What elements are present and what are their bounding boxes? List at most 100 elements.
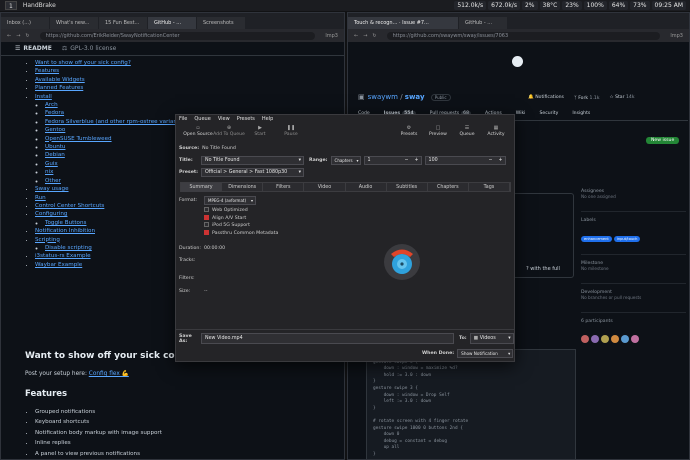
toc-link[interactable]: Want to show off your sick config? bbox=[35, 60, 131, 66]
github-logo-icon[interactable] bbox=[512, 56, 523, 67]
preview-button[interactable]: □ Preview bbox=[423, 125, 453, 137]
browser-tab[interactable]: 15 Fun Best... bbox=[99, 17, 147, 29]
toc-link[interactable]: Run bbox=[35, 195, 46, 201]
preset-select[interactable]: Official > General > Fast 1080p30 ▾ bbox=[201, 168, 304, 177]
tab-summary[interactable]: Summary bbox=[181, 183, 223, 192]
checkbox[interactable] bbox=[204, 229, 209, 235]
reload-icon[interactable]: ↻ bbox=[372, 33, 376, 39]
toc-link[interactable]: Install bbox=[35, 94, 52, 100]
range-start-spinner[interactable]: 1 − + bbox=[363, 156, 422, 165]
format-select[interactable]: MPEG-4 (avformat) ▾ bbox=[204, 196, 256, 205]
toc-link[interactable]: Ubuntu bbox=[45, 144, 65, 150]
star-button[interactable]: ☆ Star 14k bbox=[609, 95, 634, 101]
toc-link[interactable]: Fedora Silverblue (and other rpm-ostree … bbox=[45, 119, 184, 125]
toc-link[interactable]: Arch bbox=[45, 102, 58, 108]
toc-link[interactable]: nix bbox=[45, 169, 53, 175]
avatar[interactable] bbox=[611, 335, 619, 343]
label-pill[interactable]: enhancement bbox=[581, 236, 612, 242]
config-flex-link[interactable]: Config flex 💪 bbox=[89, 371, 129, 377]
toc-link[interactable]: Toggle Buttons bbox=[45, 220, 86, 226]
avatar[interactable] bbox=[631, 335, 639, 343]
menu-presets[interactable]: Presets bbox=[237, 116, 255, 122]
menu-queue[interactable]: Queue bbox=[194, 116, 210, 122]
menu-help[interactable]: Help bbox=[262, 116, 273, 122]
browser-tab-active[interactable]: Touch & recogn... · Issue #7... bbox=[348, 17, 458, 29]
development-section[interactable]: Development No branches or pull requests bbox=[581, 283, 686, 300]
avatar[interactable] bbox=[581, 335, 589, 343]
url-bar[interactable]: https://github.com/ErikReider/SwayNotifi… bbox=[39, 31, 316, 40]
toc-link[interactable]: Disable scripting bbox=[45, 245, 92, 251]
browser-tab[interactable]: What's new... bbox=[50, 17, 98, 29]
minus-icon[interactable]: − bbox=[489, 157, 493, 165]
assignees-section[interactable]: Assignees No one assigned bbox=[581, 189, 686, 199]
toc-link[interactable]: Planned Features bbox=[35, 85, 83, 91]
checkbox[interactable] bbox=[204, 222, 209, 228]
destination-select[interactable]: ■ Videos ▾ bbox=[469, 333, 514, 344]
toc-link[interactable]: i3status-rs Example bbox=[35, 253, 91, 259]
toc-link[interactable]: Fedora bbox=[45, 110, 64, 116]
labels-section[interactable]: Labels enhancement input/touch bbox=[581, 211, 686, 244]
tab-audio[interactable]: Audio bbox=[346, 183, 387, 192]
tab-tags[interactable]: Tags bbox=[469, 183, 510, 192]
toc-link[interactable]: Debian bbox=[45, 152, 65, 158]
avatar[interactable] bbox=[621, 335, 629, 343]
notifications-button[interactable]: 🔔 Notifications bbox=[528, 95, 564, 101]
back-icon[interactable]: ← bbox=[7, 33, 11, 39]
toc-link[interactable]: Notification Inhibition bbox=[35, 228, 95, 234]
checkbox[interactable] bbox=[204, 207, 209, 212]
queue-button[interactable]: ☰ Queue bbox=[452, 125, 482, 137]
option-row[interactable]: iPod 5G Support bbox=[204, 222, 278, 230]
toc-link[interactable]: Available Widgets bbox=[35, 77, 85, 83]
tab-chapters[interactable]: Chapters bbox=[428, 183, 469, 192]
tab-video[interactable]: Video bbox=[304, 183, 346, 192]
toc-link[interactable]: Sway usage bbox=[35, 186, 69, 192]
repo-name-link[interactable]: sway bbox=[405, 93, 425, 101]
option-row[interactable]: Passthru Common Metadata bbox=[204, 229, 278, 238]
avatar[interactable] bbox=[591, 335, 599, 343]
pause-button[interactable]: ❚❚ Pause bbox=[271, 125, 311, 137]
browser-tab[interactable]: Inbox (...) bbox=[1, 17, 49, 29]
fork-button[interactable]: ᛉ Fork 1.1k bbox=[574, 95, 600, 101]
forward-icon[interactable]: → bbox=[363, 33, 367, 39]
toc-link[interactable]: Gentoo bbox=[45, 127, 65, 133]
toc-link[interactable]: Waybar Example bbox=[35, 262, 82, 268]
browser-tab[interactable]: Screenshots bbox=[197, 17, 245, 29]
label-pill[interactable]: input/touch bbox=[613, 236, 641, 242]
plus-icon[interactable]: + bbox=[499, 157, 503, 165]
readme-tab[interactable]: README bbox=[23, 45, 51, 52]
tab-filters[interactable]: Filters bbox=[263, 183, 305, 192]
browser-tab-active[interactable]: GitHub - ... bbox=[148, 17, 196, 29]
avatar[interactable] bbox=[601, 335, 609, 343]
toc-link[interactable]: Control Center Shortcuts bbox=[35, 203, 104, 209]
license-tab[interactable]: GPL-3.0 license bbox=[70, 45, 116, 52]
toc-link[interactable]: Guix bbox=[45, 161, 58, 167]
milestone-section[interactable]: Milestone No milestone bbox=[581, 254, 686, 271]
range-end-spinner[interactable]: 100 − + bbox=[424, 156, 506, 165]
reload-icon[interactable]: ↻ bbox=[25, 33, 29, 39]
presets-button[interactable]: ⚙ Presets bbox=[394, 125, 424, 137]
new-issue-button[interactable]: New issue bbox=[646, 137, 680, 144]
menu-view[interactable]: View bbox=[218, 116, 230, 122]
minus-icon[interactable]: − bbox=[405, 157, 409, 165]
back-icon[interactable]: ← bbox=[354, 33, 358, 39]
toc-link[interactable]: Scripting bbox=[35, 237, 60, 243]
forward-icon[interactable]: → bbox=[16, 33, 20, 39]
toc-link[interactable]: OpenSUSE Tumbleweed bbox=[45, 136, 112, 142]
repo-tab-wiki[interactable]: Wiki bbox=[516, 111, 526, 120]
repo-tab-security[interactable]: Security bbox=[539, 111, 558, 120]
url-bar[interactable]: https://github.com/swaywm/sway/issues/70… bbox=[386, 31, 661, 40]
toc-link[interactable]: Other bbox=[45, 178, 61, 184]
checkbox[interactable] bbox=[204, 214, 209, 220]
when-done-select[interactable]: Show Notification ▾ bbox=[457, 349, 514, 358]
tab-dimensions[interactable]: Dimensions bbox=[222, 183, 264, 192]
tab-subtitles[interactable]: Subtitles bbox=[387, 183, 428, 192]
activity-button[interactable]: ▦ Activity bbox=[481, 125, 511, 137]
toc-link[interactable]: Configuring bbox=[35, 211, 67, 217]
toc-link[interactable]: Features bbox=[35, 68, 59, 74]
workspace-indicator[interactable]: 1 bbox=[5, 1, 17, 10]
range-select[interactable]: Chapters ▾ bbox=[330, 156, 361, 165]
save-as-input[interactable]: New Video.mp4 bbox=[201, 333, 454, 344]
option-row[interactable]: Align A/V Start bbox=[204, 214, 278, 223]
title-select[interactable]: No Title Found ▾ bbox=[201, 156, 304, 165]
option-row[interactable]: Web Optimized bbox=[204, 207, 278, 215]
